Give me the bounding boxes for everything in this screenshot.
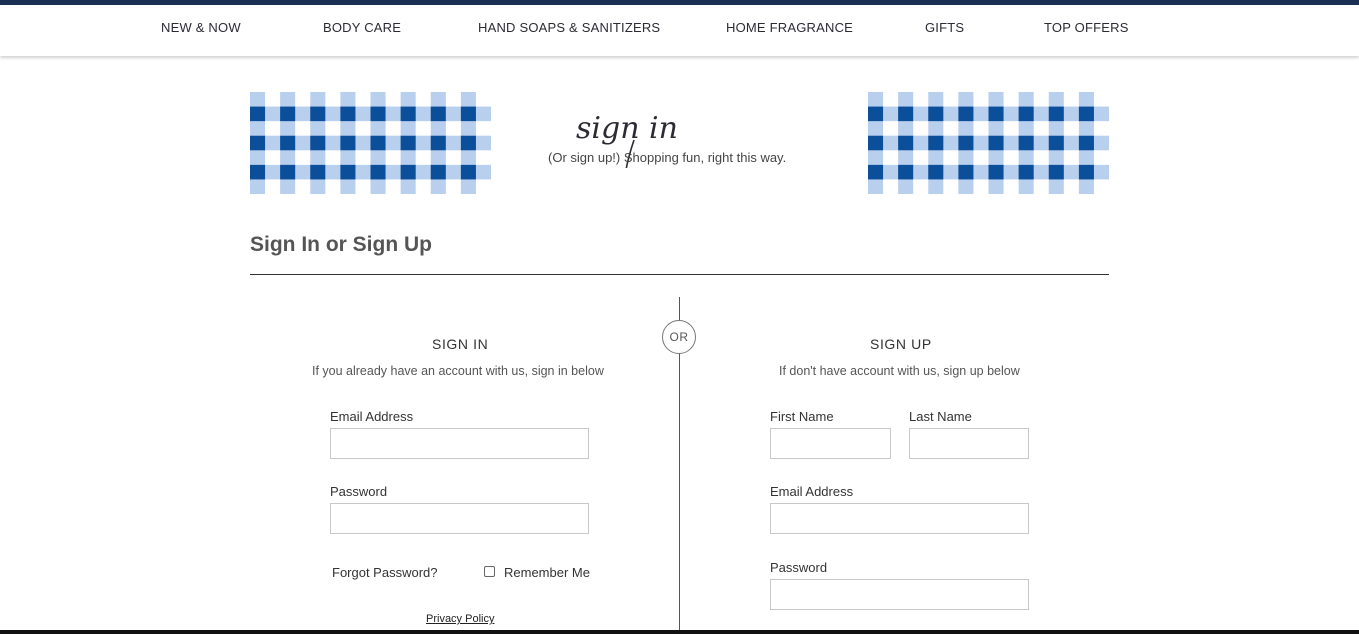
sign-up-password-label: Password [770,560,828,575]
last-name-label: Last Name [909,409,972,424]
gingham-pattern-left [250,92,491,194]
bottom-edge-strip [0,630,1359,634]
nav-item-gifts[interactable]: GIFTS [925,20,964,35]
sign-up-email-input[interactable] [770,503,1029,534]
sign-in-subheading: If you already have an account with us, … [312,364,604,378]
first-name-label: First Name [770,409,834,424]
svg-text:sign in: sign in [576,111,678,146]
nav-item-hand-soaps-sanitizers[interactable]: HAND SOAPS & SANITIZERS [478,20,660,35]
sign-up-subheading: If don't have account with us, sign up b… [779,364,1020,378]
first-name-input[interactable] [770,428,891,459]
last-name-input[interactable] [909,428,1029,459]
remember-me-checkbox[interactable] [484,566,495,577]
hero-subtitle: (Or sign up!) Shopping fun, right this w… [548,150,787,165]
nav-item-top-offers[interactable]: TOP OFFERS [1044,20,1129,35]
nav-item-body-care[interactable]: BODY CARE [323,20,401,35]
sign-in-password-input[interactable] [330,503,589,534]
remember-me-label: Remember Me [504,565,590,580]
gingham-pattern-right [868,92,1109,194]
main-nav: NEW & NOW BODY CARE HAND SOAPS & SANITIZ… [0,5,1359,56]
sign-in-email-label: Email Address [330,409,414,424]
sign-in-heading: SIGN IN [432,336,489,352]
nav-item-home-fragrance[interactable]: HOME FRAGRANCE [726,20,853,35]
sign-up-password-input[interactable] [770,579,1029,610]
sign-in-password-label: Password [330,484,388,499]
privacy-policy-link[interactable]: Privacy Policy [426,613,494,625]
nav-item-new-and-now[interactable]: NEW & NOW [161,20,241,35]
sign-in-email-input[interactable] [330,428,589,459]
sign-up-heading: SIGN UP [870,336,932,352]
page-title: Sign In or Sign Up [250,233,432,256]
forgot-password-link[interactable]: Forgot Password? [332,565,438,580]
or-badge: OR [662,320,696,354]
title-divider [250,274,1109,275]
sign-up-email-label: Email Address [770,484,854,499]
